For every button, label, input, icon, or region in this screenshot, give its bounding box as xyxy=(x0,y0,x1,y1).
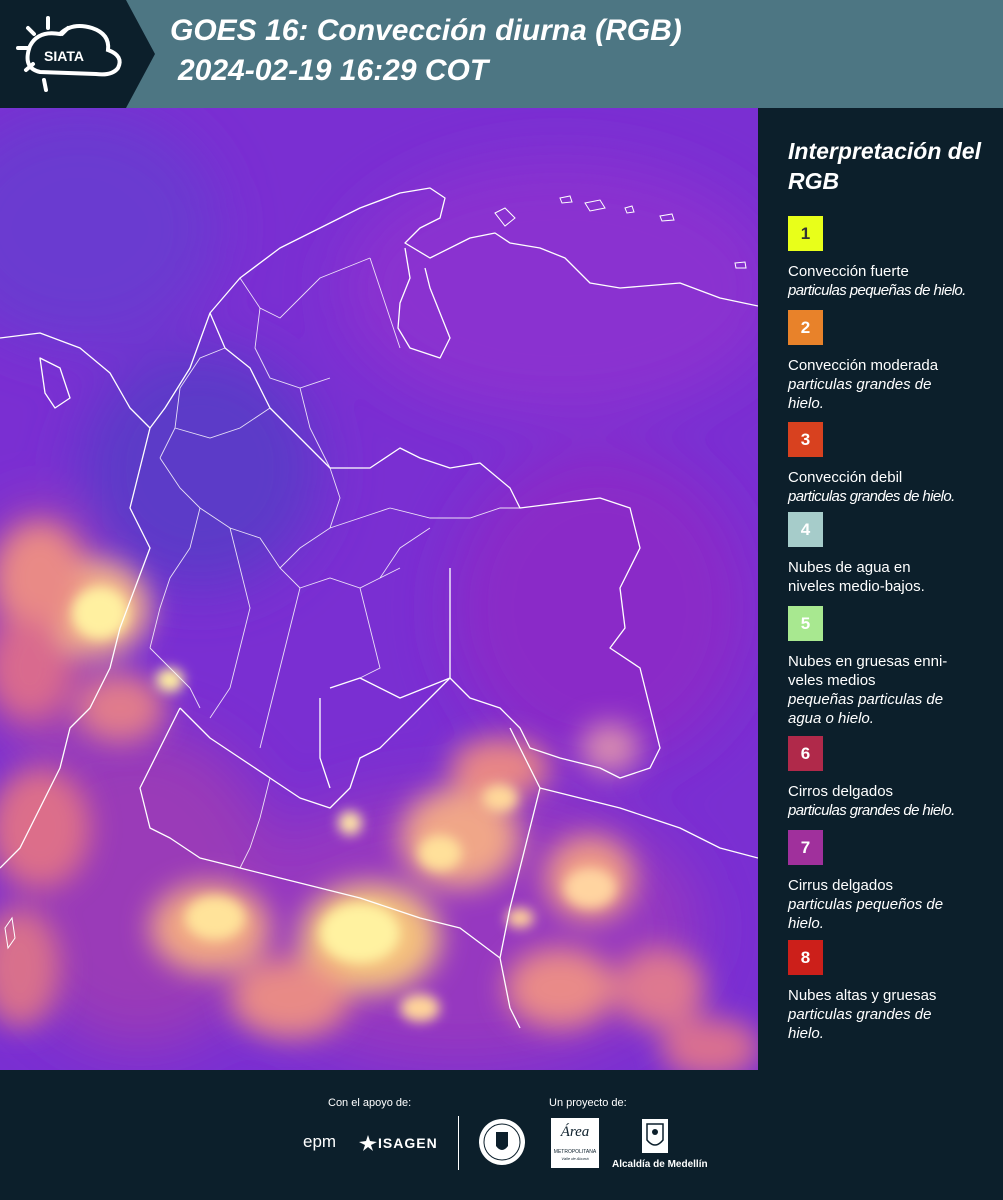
seal-icon xyxy=(479,1119,525,1165)
legend-swatch: 3 xyxy=(788,422,823,457)
map-title: GOES 16: Convección diurna (RGB) xyxy=(170,14,682,47)
legend-number: 7 xyxy=(800,837,811,857)
legend-item-8: 8 Nubes altas y gruesas particulas grand… xyxy=(788,940,998,1043)
alcaldia-text: Alcaldía de Medellín xyxy=(612,1159,708,1170)
alcaldia-shield xyxy=(641,1118,669,1159)
legend-swatch: 2 xyxy=(788,310,823,345)
legend-item-6: 6 Cirros delgados particulas grandes de … xyxy=(788,736,998,820)
satellite-map[interactable] xyxy=(0,108,758,1070)
legend-item-1: 1 Convección fuerte particulas pequeñas … xyxy=(788,216,998,300)
legend-swatch: 8 xyxy=(788,940,823,975)
map-timestamp: 2024-02-19 16:29 COT xyxy=(178,54,489,87)
header-bar: SIATA GOES 16: Convección diurna (RGB) 2… xyxy=(0,0,1003,108)
epm-logo: epm xyxy=(303,1132,337,1151)
legend-item-4: 4 Nubes de agua en niveles medio-bajos. xyxy=(788,512,998,596)
legend-sublabel: particulas grandes de hielo. xyxy=(788,802,955,819)
legend-number: 6 xyxy=(800,743,811,763)
area-metropolitana-logo: Área METROPOLITANA Valle de Aburrá xyxy=(551,1118,599,1168)
legend-sublabel: particulas grandes de hielo. xyxy=(788,1006,932,1042)
legend-swatch: 5 xyxy=(788,606,823,641)
siata-logo: SIATA xyxy=(0,0,155,108)
coat-of-arms-icon xyxy=(642,1119,668,1153)
legend-swatch: 4 xyxy=(788,512,823,547)
legend-number: 1 xyxy=(800,223,811,243)
legend-label: Cirros delgados xyxy=(788,783,894,800)
legend-number: 3 xyxy=(800,429,811,449)
legend-title: Interpretación del RGB xyxy=(788,138,981,194)
legend-label: Nubes altas y gruesas xyxy=(788,987,937,1004)
area-logo-subtext: METROPOLITANA xyxy=(553,1149,597,1155)
seal-logo xyxy=(478,1118,526,1171)
legend-swatch: 1 xyxy=(788,216,823,251)
area-logo-subtext2: Valle de Aburrá xyxy=(561,1156,589,1161)
legend-sublabel: particulas grandes de hielo. xyxy=(788,488,955,505)
legend-sublabel: particulas grandes de hielo. xyxy=(788,376,932,412)
legend-number: 2 xyxy=(800,317,811,337)
legend-number: 8 xyxy=(800,947,811,967)
legend-swatch: 7 xyxy=(788,830,823,865)
legend-sublabel: particulas pequeñas de hielo. xyxy=(788,282,966,299)
legend-panel: Interpretación del RGB 1 Convección fuer… xyxy=(758,108,1003,1070)
legend-item-2: 2 Convección moderada particulas grandes… xyxy=(788,310,998,413)
area-logo-text: Área xyxy=(560,1124,590,1140)
legend-item-3: 3 Convección debil particulas grandes de… xyxy=(788,422,998,506)
legend-label: Convección moderada xyxy=(788,357,939,374)
isagen-logo xyxy=(358,1134,378,1157)
legend-label: Nubes de agua en niveles medio-bajos. xyxy=(788,559,925,595)
legend-item-7: 7 Cirrus delgados particulas pequeños de… xyxy=(788,830,998,933)
project-label: Un proyecto de: xyxy=(549,1097,627,1109)
legend-sublabel: particulas pequeños de hielo. xyxy=(788,896,944,932)
support-label: Con el apoyo de: xyxy=(328,1097,412,1109)
legend-sublabel: pequeñas particulas de agua o hielo. xyxy=(788,691,944,727)
legend-label: Nubes en gruesas enni- veles medios xyxy=(788,653,948,689)
isagen-text: ISAGEN xyxy=(378,1135,438,1151)
legend-label: Cirrus delgados xyxy=(788,877,894,894)
isagen-mark-icon xyxy=(359,1135,377,1151)
legend-number: 5 xyxy=(800,613,811,633)
legend-swatch: 6 xyxy=(788,736,823,771)
footer-divider xyxy=(458,1116,459,1170)
legend-label: Convección fuerte xyxy=(788,263,909,280)
footer: Con el apoyo de: Un proyecto de: epm ISA… xyxy=(0,1070,1003,1200)
legend-item-5: 5 Nubes en gruesas enni- veles medios pe… xyxy=(788,606,998,728)
legend-number: 4 xyxy=(800,519,811,539)
svg-text:SIATA: SIATA xyxy=(44,48,84,64)
legend-label: Convección debil xyxy=(788,469,903,486)
